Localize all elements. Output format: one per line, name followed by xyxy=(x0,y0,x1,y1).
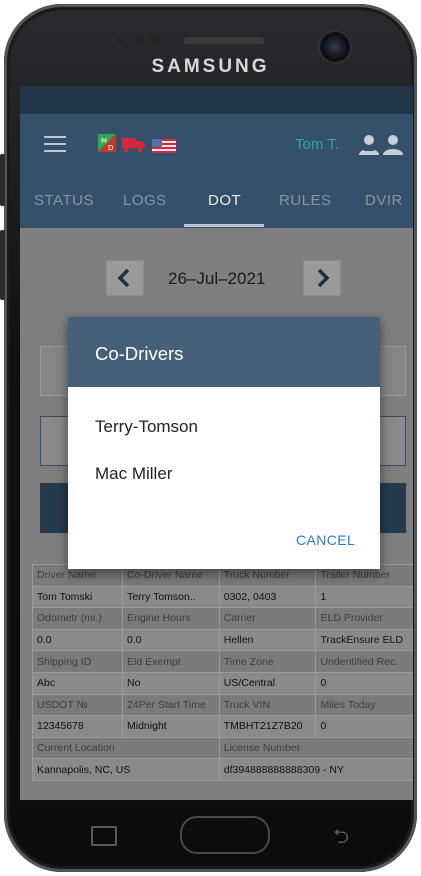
co-driver-person-icon[interactable] xyxy=(358,134,380,156)
table-label-cell: ELD Provider xyxy=(315,607,413,630)
table-value-cell: 0.0 xyxy=(31,628,124,652)
next-date-button[interactable] xyxy=(303,260,341,296)
active-tab-indicator xyxy=(184,224,264,227)
menu-icon[interactable] xyxy=(44,136,66,152)
table-value-cell: 0 xyxy=(315,671,413,695)
co-driver-option[interactable]: Terry-Tomson xyxy=(95,417,198,437)
table-label-cell: Undentified Rec. xyxy=(315,650,413,673)
tab-dot[interactable]: DOT xyxy=(208,192,241,209)
table-label-cell: USDOT № xyxy=(31,693,124,717)
table-value-cell: 0302, 0403 xyxy=(218,585,317,609)
tab-status[interactable]: STATUS xyxy=(34,192,94,209)
table-value-cell: Kannapolis, NC, US xyxy=(32,758,220,781)
table-value-cell: Hellen xyxy=(218,628,317,652)
table-label-cell: Time Zone xyxy=(218,650,317,673)
table-label-cell: Odometr (mi.) xyxy=(31,607,124,630)
table-label-cell: Shipping ID xyxy=(31,650,124,673)
table-value-row: Kannapolis, NC, US df394888888888309 - NY xyxy=(32,758,413,781)
table-value-row: Abc No US/Central 0 xyxy=(31,671,413,695)
table-label-cell: Carrier xyxy=(218,607,317,630)
table-value-row: Tom Tomski Terry Tomson.. 0302, 0403 1 xyxy=(31,585,413,609)
home-button[interactable] xyxy=(180,816,270,854)
table-value-cell: 12345678 xyxy=(31,715,124,738)
table-value-cell: Terry Tomson.. xyxy=(122,585,220,609)
table-value-cell: US/Central xyxy=(218,671,317,695)
current-user-name[interactable]: Tom T. xyxy=(295,136,339,153)
back-icon[interactable]: ⮌ xyxy=(333,822,349,856)
table-value-cell: 1 xyxy=(315,585,413,609)
dialog-header: Co-Drivers xyxy=(68,317,380,387)
iris-sensor xyxy=(149,33,161,45)
table-value-cell: 0 xyxy=(315,715,413,738)
table-label-cell: Eld Exempt xyxy=(122,650,220,673)
device-nav-bar: ⮌ xyxy=(20,800,413,872)
eld-status-icon[interactable]: M D xyxy=(98,134,116,152)
table-label-row: USDOT № 24Per Start Time Truck VIN Miles To… xyxy=(31,693,413,717)
chevron-right-icon xyxy=(317,268,330,288)
table-label-row: Current Location License Number xyxy=(32,736,413,760)
table-value-row: 12345678 Midnight TMBHT21Z7B20 0 xyxy=(31,715,413,738)
co-drivers-dialog: Co-Drivers Terry-Tomson Mac Miller CANCE… xyxy=(68,317,380,569)
table-label-cell: Engine Hours xyxy=(122,607,220,630)
volume-button xyxy=(0,154,5,206)
co-driver-option[interactable]: Mac Miller xyxy=(95,464,172,484)
table-label-row: Shipping ID Eld Exempt Time Zone Undentifie… xyxy=(31,650,413,673)
table-label-row: Odometr (mi.) Engine Hours Carrier ELD Prov… xyxy=(31,607,413,630)
dialog-title: Co-Drivers xyxy=(95,343,184,364)
driver-person-icon[interactable] xyxy=(382,134,404,156)
screen: M D Tom T. STATUS LOGS DOT RULES DVIR 26… xyxy=(20,86,413,800)
svg-text:D: D xyxy=(108,144,113,152)
tab-rules[interactable]: RULES xyxy=(279,192,332,209)
brand-logo: SAMSUNG xyxy=(151,56,270,77)
proximity-sensor xyxy=(116,35,125,44)
table-value-cell: Midnight xyxy=(122,715,220,738)
recent-apps-icon[interactable] xyxy=(91,826,117,846)
truck-icon[interactable] xyxy=(122,136,146,154)
table-value-cell: 0.0 xyxy=(122,628,220,652)
us-flag-icon[interactable] xyxy=(152,137,176,155)
bixby-button xyxy=(0,230,5,300)
table-label-cell: 24Per Start Time xyxy=(122,693,220,717)
tab-logs[interactable]: LOGS xyxy=(123,192,167,209)
previous-date-button[interactable] xyxy=(106,260,144,296)
table-label-cell: License Number xyxy=(218,736,413,760)
table-value-cell: Tom Tomski xyxy=(31,585,124,609)
app-bar: M D Tom T. xyxy=(20,114,413,176)
svg-text:M: M xyxy=(101,137,107,145)
earpiece-speaker xyxy=(184,37,264,44)
table-value-cell: TrackEnsure ELD xyxy=(315,628,413,652)
dot-info-table: Driver Name Co-Driver Name Truck Number Tra… xyxy=(31,564,413,781)
cancel-button[interactable]: CANCEL xyxy=(296,532,355,548)
current-date: 26–Jul–2021 xyxy=(168,269,266,288)
tab-dvir[interactable]: DVIR xyxy=(365,192,403,209)
light-sensor xyxy=(134,35,143,44)
chevron-left-icon xyxy=(117,268,130,288)
table-value-cell: Abc xyxy=(31,671,124,695)
table-value-cell: No xyxy=(122,671,220,695)
table-value-cell: df394888888888309 - NY xyxy=(218,758,413,781)
table-value-row: 0.0 0.0 Hellen TrackEnsure ELD xyxy=(31,628,413,652)
table-label-cell: Current Location xyxy=(32,736,220,760)
table-label-cell: Miles Today xyxy=(315,693,413,717)
tab-bar: STATUS LOGS DOT RULES DVIR xyxy=(20,176,413,228)
table-value-cell: TMBHT21Z7B20 xyxy=(218,715,317,738)
table-label-cell: Truck VIN xyxy=(218,693,317,717)
status-bar xyxy=(20,86,413,114)
